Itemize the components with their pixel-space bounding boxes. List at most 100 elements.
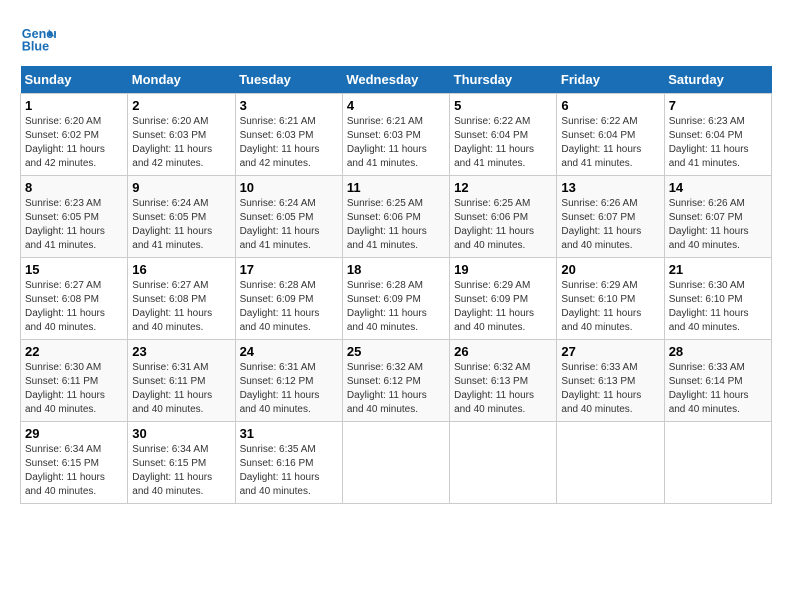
day-number: 23 <box>132 344 230 359</box>
day-cell <box>664 422 771 504</box>
day-number: 30 <box>132 426 230 441</box>
day-info: Sunrise: 6:23 AM Sunset: 6:05 PM Dayligh… <box>25 197 123 253</box>
week-row-4: 22 Sunrise: 6:30 AM Sunset: 6:11 PM Dayl… <box>21 340 772 422</box>
day-cell: 26 Sunrise: 6:32 AM Sunset: 6:13 PM Dayl… <box>450 340 557 422</box>
day-info: Sunrise: 6:27 AM Sunset: 6:08 PM Dayligh… <box>132 279 230 335</box>
day-number: 13 <box>561 180 659 195</box>
day-info: Sunrise: 6:21 AM Sunset: 6:03 PM Dayligh… <box>347 115 445 171</box>
day-cell: 29 Sunrise: 6:34 AM Sunset: 6:15 PM Dayl… <box>21 422 128 504</box>
page-header: General Blue <box>20 20 772 56</box>
day-cell <box>557 422 664 504</box>
day-info: Sunrise: 6:31 AM Sunset: 6:12 PM Dayligh… <box>240 361 338 417</box>
header-sunday: Sunday <box>21 66 128 94</box>
day-cell: 9 Sunrise: 6:24 AM Sunset: 6:05 PM Dayli… <box>128 176 235 258</box>
day-cell: 11 Sunrise: 6:25 AM Sunset: 6:06 PM Dayl… <box>342 176 449 258</box>
day-number: 27 <box>561 344 659 359</box>
day-cell: 20 Sunrise: 6:29 AM Sunset: 6:10 PM Dayl… <box>557 258 664 340</box>
day-cell: 4 Sunrise: 6:21 AM Sunset: 6:03 PM Dayli… <box>342 94 449 176</box>
day-number: 3 <box>240 98 338 113</box>
day-number: 8 <box>25 180 123 195</box>
day-info: Sunrise: 6:29 AM Sunset: 6:10 PM Dayligh… <box>561 279 659 335</box>
day-number: 15 <box>25 262 123 277</box>
day-number: 14 <box>669 180 767 195</box>
day-info: Sunrise: 6:24 AM Sunset: 6:05 PM Dayligh… <box>132 197 230 253</box>
svg-text:Blue: Blue <box>22 40 49 54</box>
day-info: Sunrise: 6:22 AM Sunset: 6:04 PM Dayligh… <box>561 115 659 171</box>
day-cell: 24 Sunrise: 6:31 AM Sunset: 6:12 PM Dayl… <box>235 340 342 422</box>
day-info: Sunrise: 6:25 AM Sunset: 6:06 PM Dayligh… <box>347 197 445 253</box>
logo: General Blue <box>20 20 60 56</box>
day-info: Sunrise: 6:28 AM Sunset: 6:09 PM Dayligh… <box>240 279 338 335</box>
day-cell: 10 Sunrise: 6:24 AM Sunset: 6:05 PM Dayl… <box>235 176 342 258</box>
day-info: Sunrise: 6:30 AM Sunset: 6:10 PM Dayligh… <box>669 279 767 335</box>
header-saturday: Saturday <box>664 66 771 94</box>
day-cell: 5 Sunrise: 6:22 AM Sunset: 6:04 PM Dayli… <box>450 94 557 176</box>
day-info: Sunrise: 6:20 AM Sunset: 6:03 PM Dayligh… <box>132 115 230 171</box>
day-number: 1 <box>25 98 123 113</box>
day-number: 29 <box>25 426 123 441</box>
day-info: Sunrise: 6:24 AM Sunset: 6:05 PM Dayligh… <box>240 197 338 253</box>
day-number: 11 <box>347 180 445 195</box>
day-number: 10 <box>240 180 338 195</box>
day-cell: 7 Sunrise: 6:23 AM Sunset: 6:04 PM Dayli… <box>664 94 771 176</box>
day-number: 20 <box>561 262 659 277</box>
day-info: Sunrise: 6:35 AM Sunset: 6:16 PM Dayligh… <box>240 443 338 499</box>
week-row-3: 15 Sunrise: 6:27 AM Sunset: 6:08 PM Dayl… <box>21 258 772 340</box>
day-info: Sunrise: 6:27 AM Sunset: 6:08 PM Dayligh… <box>25 279 123 335</box>
header-tuesday: Tuesday <box>235 66 342 94</box>
day-number: 16 <box>132 262 230 277</box>
day-number: 12 <box>454 180 552 195</box>
day-cell: 12 Sunrise: 6:25 AM Sunset: 6:06 PM Dayl… <box>450 176 557 258</box>
day-info: Sunrise: 6:30 AM Sunset: 6:11 PM Dayligh… <box>25 361 123 417</box>
day-cell: 14 Sunrise: 6:26 AM Sunset: 6:07 PM Dayl… <box>664 176 771 258</box>
day-info: Sunrise: 6:32 AM Sunset: 6:13 PM Dayligh… <box>454 361 552 417</box>
day-info: Sunrise: 6:26 AM Sunset: 6:07 PM Dayligh… <box>561 197 659 253</box>
week-row-1: 1 Sunrise: 6:20 AM Sunset: 6:02 PM Dayli… <box>21 94 772 176</box>
day-number: 19 <box>454 262 552 277</box>
day-cell: 15 Sunrise: 6:27 AM Sunset: 6:08 PM Dayl… <box>21 258 128 340</box>
day-info: Sunrise: 6:32 AM Sunset: 6:12 PM Dayligh… <box>347 361 445 417</box>
day-info: Sunrise: 6:34 AM Sunset: 6:15 PM Dayligh… <box>25 443 123 499</box>
day-cell: 19 Sunrise: 6:29 AM Sunset: 6:09 PM Dayl… <box>450 258 557 340</box>
day-cell: 23 Sunrise: 6:31 AM Sunset: 6:11 PM Dayl… <box>128 340 235 422</box>
day-info: Sunrise: 6:21 AM Sunset: 6:03 PM Dayligh… <box>240 115 338 171</box>
day-cell <box>342 422 449 504</box>
logo-icon: General Blue <box>20 20 56 56</box>
day-number: 4 <box>347 98 445 113</box>
day-number: 17 <box>240 262 338 277</box>
day-number: 9 <box>132 180 230 195</box>
day-info: Sunrise: 6:33 AM Sunset: 6:14 PM Dayligh… <box>669 361 767 417</box>
day-cell: 31 Sunrise: 6:35 AM Sunset: 6:16 PM Dayl… <box>235 422 342 504</box>
day-cell: 1 Sunrise: 6:20 AM Sunset: 6:02 PM Dayli… <box>21 94 128 176</box>
day-cell: 25 Sunrise: 6:32 AM Sunset: 6:12 PM Dayl… <box>342 340 449 422</box>
day-info: Sunrise: 6:31 AM Sunset: 6:11 PM Dayligh… <box>132 361 230 417</box>
day-cell: 2 Sunrise: 6:20 AM Sunset: 6:03 PM Dayli… <box>128 94 235 176</box>
day-info: Sunrise: 6:20 AM Sunset: 6:02 PM Dayligh… <box>25 115 123 171</box>
header-friday: Friday <box>557 66 664 94</box>
day-info: Sunrise: 6:33 AM Sunset: 6:13 PM Dayligh… <box>561 361 659 417</box>
header-row: SundayMondayTuesdayWednesdayThursdayFrid… <box>21 66 772 94</box>
day-number: 26 <box>454 344 552 359</box>
calendar-table: SundayMondayTuesdayWednesdayThursdayFrid… <box>20 66 772 504</box>
day-cell: 30 Sunrise: 6:34 AM Sunset: 6:15 PM Dayl… <box>128 422 235 504</box>
day-number: 25 <box>347 344 445 359</box>
day-number: 2 <box>132 98 230 113</box>
day-number: 21 <box>669 262 767 277</box>
day-cell: 27 Sunrise: 6:33 AM Sunset: 6:13 PM Dayl… <box>557 340 664 422</box>
day-info: Sunrise: 6:29 AM Sunset: 6:09 PM Dayligh… <box>454 279 552 335</box>
day-cell: 21 Sunrise: 6:30 AM Sunset: 6:10 PM Dayl… <box>664 258 771 340</box>
day-number: 22 <box>25 344 123 359</box>
day-number: 5 <box>454 98 552 113</box>
header-monday: Monday <box>128 66 235 94</box>
day-cell: 22 Sunrise: 6:30 AM Sunset: 6:11 PM Dayl… <box>21 340 128 422</box>
day-cell: 6 Sunrise: 6:22 AM Sunset: 6:04 PM Dayli… <box>557 94 664 176</box>
day-cell: 8 Sunrise: 6:23 AM Sunset: 6:05 PM Dayli… <box>21 176 128 258</box>
day-number: 6 <box>561 98 659 113</box>
day-cell: 16 Sunrise: 6:27 AM Sunset: 6:08 PM Dayl… <box>128 258 235 340</box>
day-info: Sunrise: 6:25 AM Sunset: 6:06 PM Dayligh… <box>454 197 552 253</box>
header-thursday: Thursday <box>450 66 557 94</box>
day-number: 7 <box>669 98 767 113</box>
day-info: Sunrise: 6:22 AM Sunset: 6:04 PM Dayligh… <box>454 115 552 171</box>
day-cell: 13 Sunrise: 6:26 AM Sunset: 6:07 PM Dayl… <box>557 176 664 258</box>
day-cell: 18 Sunrise: 6:28 AM Sunset: 6:09 PM Dayl… <box>342 258 449 340</box>
